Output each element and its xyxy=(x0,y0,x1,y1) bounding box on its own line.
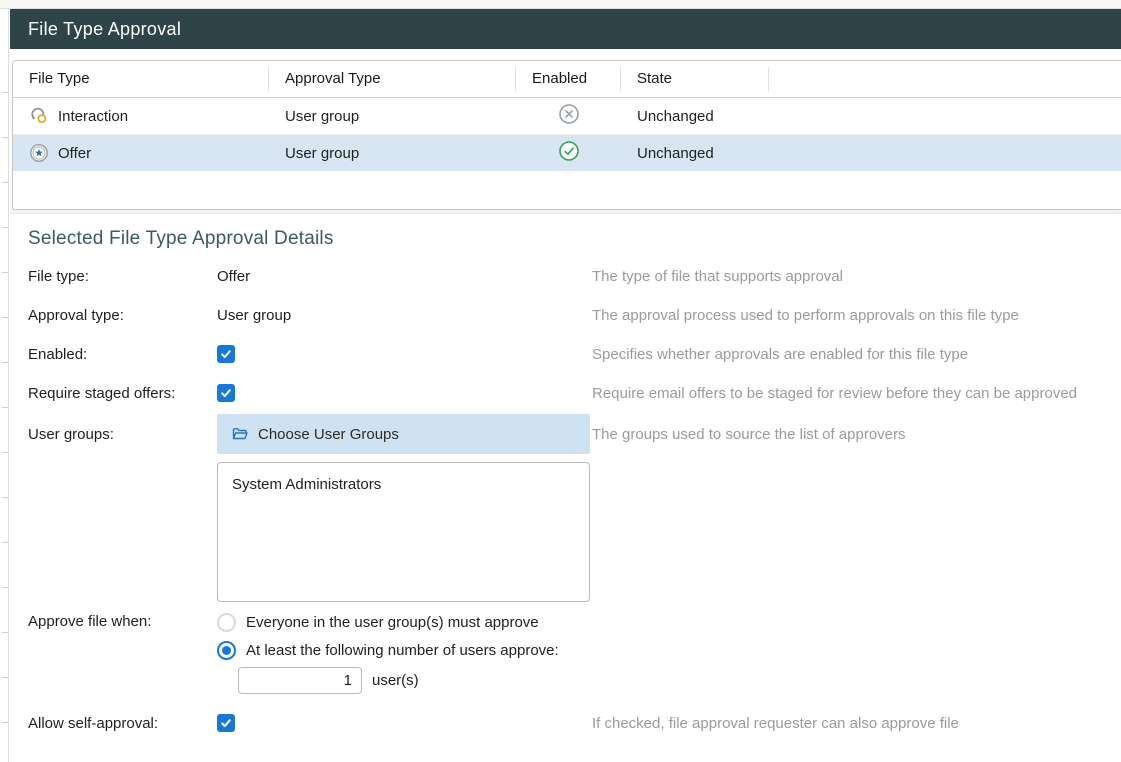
field-row-approval-type: Approval type: User group The approval p… xyxy=(28,296,1121,335)
user-groups-listbox[interactable]: System Administrators xyxy=(217,462,590,602)
panel-title-bar: File Type Approval xyxy=(10,9,1121,49)
enabled-circle-check-icon xyxy=(558,140,580,166)
open-folder-icon xyxy=(231,425,249,443)
table-row-offer[interactable]: Offer User group Unchanged xyxy=(13,135,1121,171)
cell-file-type: Offer xyxy=(58,145,91,162)
cell-file-type: Interaction xyxy=(58,108,128,125)
table-header-row: File Type Approval Type Enabled State xyxy=(13,61,1121,98)
allow-self-approval-checkbox[interactable] xyxy=(217,714,235,732)
field-row-require-staged-offers: Require staged offers: Require email off… xyxy=(28,374,1121,413)
enabled-checkbox[interactable] xyxy=(217,345,235,363)
cell-approval-type: User group xyxy=(269,145,516,162)
field-row-file-type: File type: Offer The type of file that s… xyxy=(28,257,1121,296)
require-staged-offers-label: Require staged offers: xyxy=(28,385,217,402)
cell-state: Unchanged xyxy=(621,145,769,162)
approval-type-help: The approval process used to perform app… xyxy=(592,307,1019,324)
approve-file-when-label: Approve file when: xyxy=(28,608,217,630)
left-splitter[interactable] xyxy=(0,9,9,762)
user-groups-label: User groups: xyxy=(28,413,217,443)
col-header-approval-type: Approval Type xyxy=(269,67,516,91)
details-heading: Selected File Type Approval Details xyxy=(28,227,1121,251)
field-row-allow-self-approval: Allow self-approval: If checked, file ap… xyxy=(28,704,1121,743)
user-group-item[interactable]: System Administrators xyxy=(218,469,589,500)
file-type-help: The type of file that supports approval xyxy=(592,268,843,285)
table-row-interaction[interactable]: Interaction User group Unchanged xyxy=(13,98,1121,135)
approval-type-label: Approval type: xyxy=(28,307,217,324)
user-groups-help: The groups used to source the list of ap… xyxy=(592,413,906,443)
col-header-file-type: File Type xyxy=(13,67,269,91)
at-least-radio-label: At least the following number of users a… xyxy=(246,642,559,659)
allow-self-approval-label: Allow self-approval: xyxy=(28,715,217,732)
user-count-input[interactable] xyxy=(238,667,362,694)
user-count-line: user(s) xyxy=(217,667,592,694)
top-strip xyxy=(0,0,1121,9)
at-least-radio[interactable] xyxy=(217,641,236,660)
everyone-radio-label: Everyone in the user group(s) must appro… xyxy=(246,614,539,631)
field-row-user-groups: User groups: Choose User Groups System A… xyxy=(28,413,1121,608)
file-type-label: File type: xyxy=(28,268,217,285)
choose-user-groups-label: Choose User Groups xyxy=(258,426,399,443)
enabled-label: Enabled: xyxy=(28,346,217,363)
radio-option-everyone: Everyone in the user group(s) must appro… xyxy=(217,608,592,636)
file-type-approval-panel: File Type Approval File Type Approval Ty… xyxy=(10,9,1121,743)
splitter-ticks xyxy=(2,48,8,762)
everyone-radio[interactable] xyxy=(217,613,236,632)
panel-title: File Type Approval xyxy=(28,19,181,40)
disabled-circle-x-icon xyxy=(558,103,580,129)
radio-option-at-least: At least the following number of users a… xyxy=(217,636,592,664)
offer-icon xyxy=(29,143,49,163)
cell-approval-type: User group xyxy=(269,108,516,125)
require-staged-offers-help: Require email offers to be staged for re… xyxy=(592,385,1077,402)
user-count-suffix: user(s) xyxy=(372,672,419,689)
selected-details-section: Selected File Type Approval Details File… xyxy=(10,212,1121,743)
allow-self-approval-help: If checked, file approval requester can … xyxy=(592,715,959,732)
enabled-help: Specifies whether approvals are enabled … xyxy=(592,346,968,363)
file-type-value: Offer xyxy=(217,268,592,285)
cell-state: Unchanged xyxy=(621,108,769,125)
field-row-approve-file-when: Approve file when: Everyone in the user … xyxy=(28,608,1121,699)
require-staged-offers-checkbox[interactable] xyxy=(217,384,235,402)
col-header-enabled: Enabled xyxy=(516,67,621,91)
choose-user-groups-button[interactable]: Choose User Groups xyxy=(217,414,590,454)
col-header-spacer xyxy=(769,67,1121,91)
field-row-enabled: Enabled: Specifies whether approvals are… xyxy=(28,335,1121,374)
col-header-state: State xyxy=(621,67,769,91)
approval-type-value: User group xyxy=(217,307,592,324)
file-type-table: File Type Approval Type Enabled State In… xyxy=(12,60,1121,210)
interaction-icon xyxy=(29,106,49,126)
